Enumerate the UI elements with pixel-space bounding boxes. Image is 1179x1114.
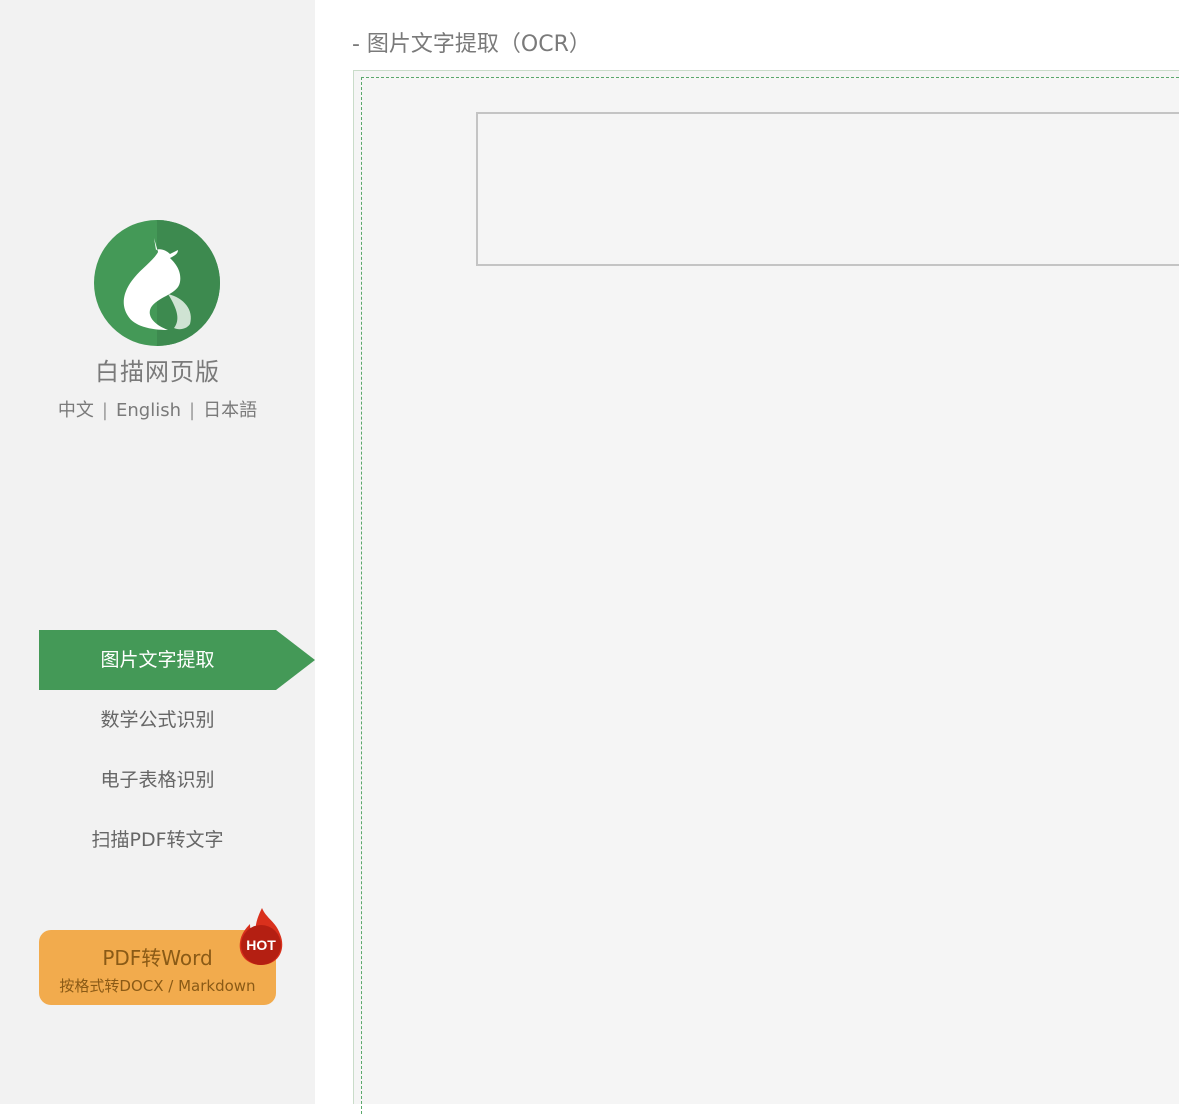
promo-subtitle: 按格式转DOCX / Markdown: [59, 977, 256, 995]
lang-chinese[interactable]: 中文: [58, 400, 94, 421]
sidebar: 白描网页版 中文 | English | 日本語 图片文字提取 数学公式识别 电子表格识…: [0, 0, 315, 1104]
nav-scan-pdf[interactable]: 扫描PDF转文字: [39, 810, 276, 870]
language-switcher: 中文 | English | 日本語: [0, 396, 315, 422]
nav-image-ocr[interactable]: 图片文字提取: [39, 630, 276, 690]
nav-spreadsheet[interactable]: 电子表格识别: [39, 750, 276, 810]
cat-logo-icon[interactable]: [94, 220, 220, 346]
nav-math-formula[interactable]: 数学公式识别: [39, 690, 276, 750]
hot-badge-label: HOT: [246, 937, 276, 953]
app-name: 白描网页版: [95, 358, 220, 386]
flame-icon: HOT: [239, 908, 283, 965]
active-nav-arrow: [276, 630, 315, 690]
upload-box[interactable]: [476, 112, 1179, 266]
lang-english[interactable]: English: [116, 400, 181, 421]
lang-japanese[interactable]: 日本語: [203, 400, 257, 421]
page-title: - 图片文字提取（OCR）: [352, 32, 591, 57]
lang-separator: |: [189, 400, 196, 421]
lang-separator: |: [101, 400, 108, 421]
